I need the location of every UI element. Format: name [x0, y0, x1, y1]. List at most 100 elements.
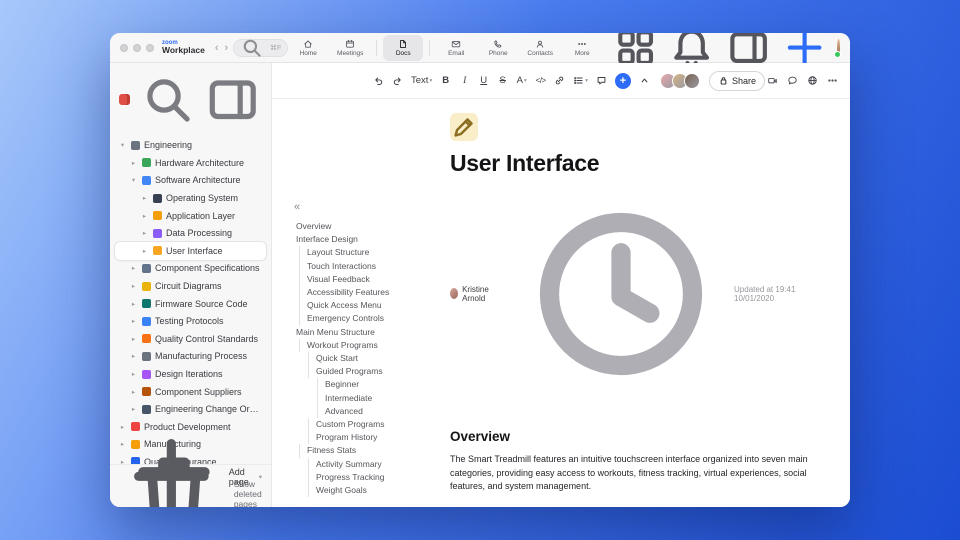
collapse-toolbar-button[interactable]	[636, 71, 653, 91]
tab-more[interactable]: More	[562, 35, 602, 61]
text-color-button[interactable]: A ▾	[513, 71, 530, 91]
italic-label: I	[463, 75, 467, 86]
code-button[interactable]: </>	[532, 71, 549, 91]
outline-item-interface-design[interactable]: Interface Design	[296, 233, 442, 246]
outline-item-intermediate[interactable]: Intermediate	[317, 391, 442, 405]
outline-item-overview[interactable]: Overview	[296, 220, 442, 233]
outline-item-visual-feedback[interactable]: Visual Feedback	[299, 272, 442, 287]
outline-item-beginner[interactable]: Beginner	[317, 378, 442, 392]
italic-button[interactable]: I	[456, 71, 473, 91]
chevron-right-icon[interactable]: ▸	[129, 405, 138, 413]
nav-forward-button[interactable]: ›	[222, 42, 232, 54]
outline-item-guided-programs[interactable]: Guided Programs	[308, 365, 442, 379]
outline-collapse-button[interactable]: «	[294, 201, 442, 213]
undo-button[interactable]	[370, 71, 387, 91]
chevron-right-icon[interactable]: ▸	[129, 352, 138, 360]
outline-item-accessibility-features[interactable]: Accessibility Features	[299, 286, 442, 300]
outline-item-workout-programs[interactable]: Workout Programs	[299, 338, 442, 353]
sidebar-collapse-icon[interactable]	[203, 70, 263, 130]
sidebar-item-quality-control-standards[interactable]: ▸ Quality Control Standards	[115, 330, 266, 348]
outline-item-quick-start[interactable]: Quick Start	[308, 352, 442, 366]
chevron-down-icon[interactable]: ▾	[129, 176, 138, 184]
sidebar-item-data-processing[interactable]: ▸ Data Processing	[115, 224, 266, 242]
sidebar-item-circuit-diagrams[interactable]: ▸ Circuit Diagrams	[115, 277, 266, 295]
sidebar-item-testing-protocols[interactable]: ▸ Testing Protocols	[115, 312, 266, 330]
chevron-right-icon[interactable]: ▸	[129, 388, 138, 396]
outline-item-advanced[interactable]: Advanced	[317, 404, 442, 419]
bold-button[interactable]: B	[437, 71, 454, 91]
tab-meetings[interactable]: Meetings	[330, 35, 370, 61]
outline-item-program-history[interactable]: Program History	[308, 431, 442, 445]
close-button[interactable]	[120, 43, 128, 52]
show-deleted-pages-button[interactable]: Show deleted pages	[119, 457, 262, 507]
sidebar-item-manufacturing-process[interactable]: ▸ Manufacturing Process	[115, 348, 266, 366]
insert-button[interactable]: +	[614, 72, 631, 89]
document-emoji-icon[interactable]	[450, 113, 478, 141]
list-button[interactable]: ▾	[570, 71, 591, 91]
chevron-right-icon[interactable]: ▸	[129, 317, 138, 325]
chevron-right-icon[interactable]: ▸	[140, 194, 149, 202]
camera-icon[interactable]	[767, 75, 778, 86]
sidebar-item-application-layer[interactable]: ▸ Application Layer	[115, 207, 266, 225]
tab-contacts[interactable]: Contacts	[520, 35, 560, 61]
section-heading-overview[interactable]: Overview	[450, 429, 810, 444]
tab-phone[interactable]: Phone	[478, 35, 518, 61]
global-search-input[interactable]: Search ⌘F	[233, 38, 289, 57]
sidebar-item-component-specifications[interactable]: ▸ Component Specifications	[115, 260, 266, 278]
tab-docs[interactable]: Docs	[383, 34, 424, 61]
chevron-right-icon[interactable]: ▸	[140, 229, 149, 237]
pencil-doc-icon	[153, 246, 162, 256]
document-body[interactable]: User Interface Kristine Arnold Updated a…	[450, 99, 810, 507]
text-style-button[interactable]: Text ▾	[408, 71, 435, 91]
workspace-header[interactable]: Product Documenta...	[110, 70, 271, 137]
document-title[interactable]: User Interface	[450, 150, 810, 177]
chevron-right-icon[interactable]: ▸	[129, 335, 138, 343]
outline-item-custom-programs[interactable]: Custom Programs	[308, 418, 442, 432]
chevron-right-icon[interactable]: ▸	[129, 370, 138, 378]
chevron-right-icon[interactable]: ▸	[129, 264, 138, 272]
outline-item-layout-structure[interactable]: Layout Structure	[299, 246, 442, 260]
sidebar-item-hardware-architecture[interactable]: ▸ Hardware Architecture	[115, 154, 266, 172]
outline-item-progress-tracking[interactable]: Progress Tracking	[308, 470, 442, 485]
section-paragraph-overview[interactable]: The Smart Treadmill features an intuitiv…	[450, 453, 810, 494]
sidebar-item-component-suppliers[interactable]: ▸ Component Suppliers	[115, 383, 266, 401]
user-avatar[interactable]	[834, 38, 841, 58]
minimize-button[interactable]	[133, 43, 141, 52]
tab-email[interactable]: Email	[436, 35, 476, 61]
link-button[interactable]	[551, 71, 568, 91]
sidebar-item-user-interface[interactable]: ▸ User Interface	[115, 242, 266, 260]
chevron-down-icon[interactable]: ▾	[118, 141, 127, 149]
chevron-right-icon[interactable]: ▸	[129, 282, 138, 290]
sidebar-item-design-iterations[interactable]: ▸ Design Iterations	[115, 365, 266, 383]
comment-button[interactable]	[593, 71, 610, 91]
chevron-right-icon[interactable]: ▸	[129, 300, 138, 308]
outline-item-quick-access-menu[interactable]: Quick Access Menu	[299, 299, 442, 313]
globe-icon[interactable]	[807, 75, 818, 86]
outline-item-fitness-stats[interactable]: Fitness Stats	[299, 444, 442, 458]
share-button[interactable]: Share	[708, 70, 765, 91]
chat-icon[interactable]	[787, 75, 798, 86]
outline-item-emergency-controls[interactable]: Emergency Controls	[299, 312, 442, 326]
tab-home[interactable]: Home	[288, 35, 328, 61]
sidebar-item-software-architecture[interactable]: ▾ Software Architecture	[115, 172, 266, 190]
chevron-right-icon[interactable]: ▸	[140, 247, 149, 255]
nav-back-button[interactable]: ‹	[212, 42, 222, 54]
sidebar-item-engineering[interactable]: ▾ Engineering	[115, 137, 266, 155]
sidebar-item-engineering-change-orders[interactable]: ▸ Engineering Change Orders	[115, 400, 266, 418]
dots-icon[interactable]	[827, 75, 838, 86]
chevron-right-icon[interactable]: ▸	[140, 212, 149, 220]
outline-item-weight-goals[interactable]: Weight Goals	[308, 484, 442, 498]
strikethrough-button[interactable]: S	[494, 71, 511, 91]
sidebar-search-icon[interactable]	[138, 70, 198, 130]
collaborator-avatar-3[interactable]	[683, 72, 700, 89]
chevron-right-icon[interactable]: ▸	[129, 159, 138, 167]
redo-button[interactable]	[389, 71, 406, 91]
outline-item-touch-interactions[interactable]: Touch Interactions	[299, 259, 442, 273]
outline-item-main-menu-structure[interactable]: Main Menu Structure	[296, 326, 442, 339]
outline-item-activity-summary[interactable]: Activity Summary	[308, 457, 442, 471]
phone-icon	[493, 39, 503, 49]
underline-button[interactable]: U	[475, 71, 492, 91]
sidebar-item-firmware-source-code[interactable]: ▸ Firmware Source Code	[115, 295, 266, 313]
zoom-button[interactable]	[146, 43, 154, 52]
sidebar-item-operating-system[interactable]: ▸ Operating System	[115, 189, 266, 207]
